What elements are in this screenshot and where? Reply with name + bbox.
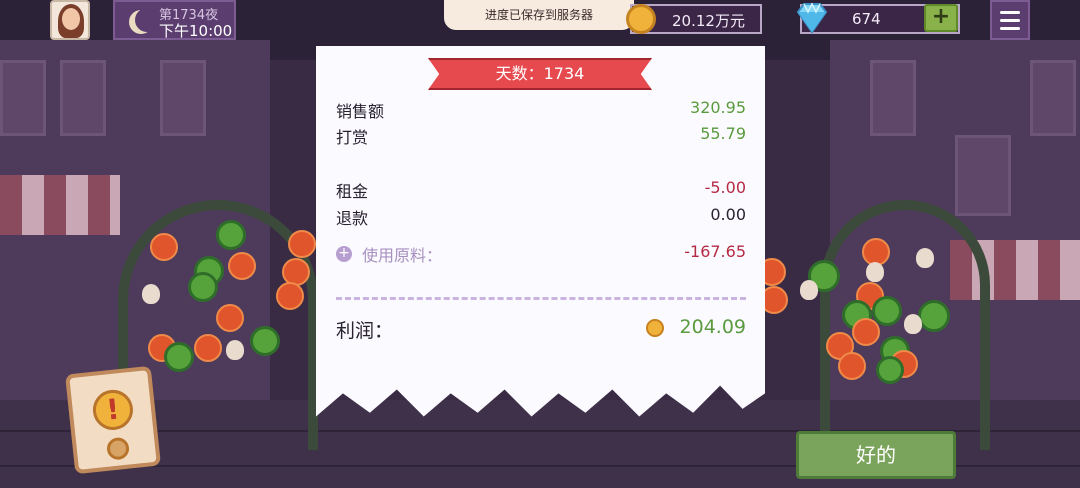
- day-ribbon: 天数：1734: [428, 58, 652, 90]
- ingredients-value: -167.65: [684, 242, 746, 261]
- hamburger-menu-icon: [1000, 19, 1020, 22]
- garlic-clove: [226, 340, 244, 360]
- exclamation-icon: !: [90, 387, 135, 432]
- tomato-slice: [838, 352, 866, 380]
- garlic-clove: [800, 280, 818, 300]
- hamburger-menu-icon: [1000, 27, 1020, 30]
- sales-label: 销售额: [336, 102, 385, 121]
- ok-button[interactable]: 好的: [796, 431, 956, 479]
- ingredients-label: 使用原料：: [362, 246, 443, 265]
- tomato-slice: [276, 282, 304, 310]
- pepper-slice: [918, 300, 950, 332]
- garlic-clove: [916, 248, 934, 268]
- building-window: [0, 60, 46, 136]
- garlic-clove: [142, 284, 160, 304]
- menu-button[interactable]: [990, 0, 1030, 40]
- tomato-slice: [852, 318, 880, 346]
- sales-value: 320.95: [690, 98, 746, 117]
- profit-label: 利润：: [336, 320, 394, 342]
- money-value: 20.12万元: [672, 12, 745, 30]
- expand-plus-icon[interactable]: +: [336, 246, 352, 262]
- pepper-slice: [250, 326, 280, 356]
- refund-value: 0.00: [710, 205, 746, 224]
- pepper-slice: [216, 220, 246, 250]
- tomato-slice: [194, 334, 222, 362]
- tips-value: 55.79: [700, 124, 746, 143]
- building-window: [955, 135, 1011, 216]
- receipt-row-rent: 租金 -5.00: [336, 178, 746, 202]
- coin-icon: [646, 319, 664, 337]
- building-window: [160, 60, 206, 136]
- rent-label: 租金: [336, 182, 369, 201]
- alert-card-button[interactable]: !: [65, 365, 161, 475]
- profit-value: 204.09: [679, 316, 746, 338]
- diamond-icon: [796, 2, 828, 34]
- tomato-slice: [150, 233, 178, 261]
- pepper-slice: [876, 356, 904, 384]
- receipt-divider: [336, 297, 746, 300]
- building-window: [60, 60, 106, 136]
- gem-value: 674: [852, 10, 881, 28]
- tips-label: 打赏: [336, 128, 369, 147]
- receipt-row-tips: 打赏 55.79: [336, 124, 746, 148]
- refund-label: 退款: [336, 209, 369, 228]
- avatar-face: [62, 8, 80, 30]
- garlic-clove: [904, 314, 922, 334]
- pepper-slice: [164, 342, 194, 372]
- add-gems-button[interactable]: +: [924, 4, 958, 32]
- badge-icon: [105, 436, 131, 461]
- coin-icon: [626, 4, 656, 34]
- receipt-row-ingredients[interactable]: + 使用原料： -167.65: [336, 242, 746, 266]
- player-avatar[interactable]: [50, 0, 90, 40]
- receipt-row-refund: 退款 0.00: [336, 205, 746, 229]
- tomato-slice: [216, 304, 244, 332]
- clock-time: 下午10:00: [159, 22, 233, 40]
- garlic-clove: [866, 262, 884, 282]
- pepper-slice: [188, 272, 218, 302]
- rent-value: -5.00: [704, 178, 746, 197]
- hamburger-menu-icon: [1000, 11, 1020, 14]
- money-display: 20.12万元: [626, 4, 762, 34]
- striped-awning: [0, 175, 120, 235]
- receipt-row-sales: 销售额 320.95: [336, 98, 746, 122]
- tomato-slice: [288, 230, 316, 258]
- building-window: [1030, 60, 1076, 136]
- moon-icon: [135, 8, 159, 32]
- tomato-slice: [228, 252, 256, 280]
- day-time-panel: 第1734夜 下午10:00: [113, 0, 236, 40]
- building-window: [870, 60, 916, 136]
- save-toast: 进度已保存到服务器: [444, 0, 634, 30]
- pepper-slice: [872, 296, 902, 326]
